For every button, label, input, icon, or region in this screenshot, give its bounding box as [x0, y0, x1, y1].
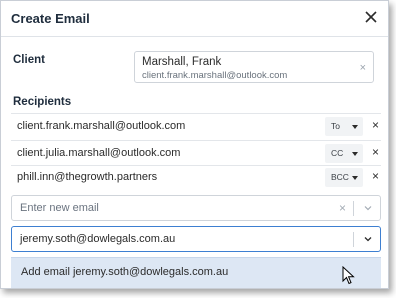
caret-down-icon — [352, 176, 358, 180]
client-email: client.frank.marshall@outlook.com — [142, 70, 288, 81]
caret-down-icon — [352, 125, 358, 129]
clear-icon[interactable]: × — [339, 201, 346, 215]
recipient-type-value: To — [331, 121, 340, 131]
caret-down-icon — [352, 152, 358, 156]
new-email-input[interactable]: Enter new email × — [11, 195, 381, 221]
client-select[interactable]: Marshall, Frank client.frank.marshall@ou… — [134, 51, 374, 83]
remove-recipient-icon[interactable]: × — [372, 169, 379, 183]
recipients-label: Recipients — [13, 96, 72, 108]
chevron-down-icon[interactable] — [364, 204, 372, 212]
recipient-type-select[interactable]: To — [325, 117, 363, 136]
recipient-row: phill.inn@thegrowth.partners BCC × — [11, 165, 381, 191]
dialog-header: Create Email — [1, 1, 388, 37]
add-email-option-label: Add email jeremy.soth@dowlegals.com.au — [21, 266, 229, 278]
recipient-type-value: BCC — [331, 172, 349, 182]
new-email-placeholder: Enter new email — [20, 202, 99, 214]
recipient-type-select[interactable]: CC — [325, 144, 363, 163]
recipient-type-value: CC — [331, 148, 344, 158]
recipient-email: client.julia.marshall@outlook.com — [17, 147, 181, 159]
recipient-row: client.julia.marshall@outlook.com CC × — [11, 141, 381, 167]
remove-recipient-icon[interactable]: × — [372, 118, 379, 132]
client-clear-icon[interactable]: × — [360, 62, 366, 74]
add-email-option[interactable]: Add email jeremy.soth@dowlegals.com.au — [11, 257, 381, 288]
close-icon[interactable] — [362, 8, 380, 26]
mouse-pointer-icon — [342, 266, 355, 285]
email-search-value: jeremy.soth@dowlegals.com.au — [20, 233, 176, 245]
email-search-input[interactable]: jeremy.soth@dowlegals.com.au — [11, 226, 381, 252]
recipient-email: client.frank.marshall@outlook.com — [17, 120, 186, 132]
create-email-dialog: Create Email Client Marshall, Frank clie… — [0, 0, 389, 289]
recipient-email: phill.inn@thegrowth.partners — [17, 171, 158, 183]
chevron-down-icon[interactable] — [364, 235, 372, 243]
remove-recipient-icon[interactable]: × — [372, 145, 379, 159]
recipient-type-select[interactable]: BCC — [325, 168, 363, 187]
separator — [353, 232, 354, 247]
client-name: Marshall, Frank — [142, 56, 222, 68]
recipient-row: client.frank.marshall@outlook.com To × — [11, 114, 381, 140]
separator — [353, 201, 354, 216]
client-label: Client — [13, 54, 45, 66]
dialog-title: Create Email — [11, 11, 90, 26]
